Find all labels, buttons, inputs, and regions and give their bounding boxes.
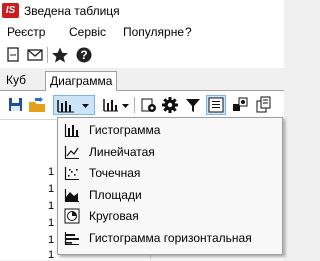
save-icon[interactable] — [6, 95, 26, 115]
menu-item-area[interactable]: Площади — [59, 185, 281, 206]
row-label: 1 — [48, 217, 55, 229]
menu-item-line[interactable]: Линейчатая — [59, 142, 281, 163]
gear-icon[interactable] — [160, 95, 180, 115]
tab-strip: Куб Диаграмма — [0, 68, 284, 91]
title-bar: IS Зведена таблиця — [0, 0, 284, 22]
chart-type-menu: Гистограмма Линейчатая Точечная Площади … — [57, 117, 283, 255]
menu-bar: Реєстр Сервіс Популярне ? — [0, 22, 284, 42]
svg-text:?: ? — [80, 48, 87, 62]
quick-access-bar: ? — [0, 42, 284, 69]
tab-cube[interactable]: Куб — [2, 71, 30, 90]
menu-item-scatter[interactable]: Точечная — [59, 163, 281, 184]
menu-item-horizontal-histogram[interactable]: Гистограмма горизонтальная — [59, 228, 281, 249]
app-logo-icon: IS — [2, 3, 19, 18]
menu-item-label: Точечная — [89, 166, 141, 180]
line-chart-icon — [64, 144, 80, 160]
chart-type-dropdown[interactable] — [53, 95, 95, 115]
separator — [134, 97, 135, 113]
document-icon[interactable] — [4, 46, 22, 64]
chevron-down-icon — [82, 104, 89, 108]
pie-chart-icon — [64, 208, 80, 224]
area-chart-icon — [64, 187, 80, 203]
chart-toolbar — [0, 91, 284, 119]
star-icon[interactable] — [51, 46, 69, 64]
menu-item-label: Гистограмма — [89, 123, 161, 137]
histogram-icon — [64, 122, 80, 138]
open-folder-icon[interactable] — [27, 95, 47, 115]
scatter-icon — [64, 165, 80, 181]
row-label: 1 — [48, 249, 55, 261]
legend-list-icon[interactable] — [206, 95, 226, 115]
copy-icon[interactable] — [253, 95, 273, 115]
tab-chart[interactable]: Диаграмма — [45, 71, 118, 91]
menu-item-label: Линейчатая — [89, 145, 155, 159]
row-label: 1 — [48, 183, 55, 195]
window-title: Зведена таблиця — [24, 4, 120, 18]
chart-settings-icon[interactable] — [139, 95, 159, 115]
menu-item-label: Гистограмма горизонтальная — [89, 231, 252, 245]
chevron-down-icon — [122, 104, 129, 108]
chart-variant-dropdown[interactable] — [100, 95, 132, 115]
menu-item-label: Площади — [89, 188, 142, 202]
horizontal-histogram-icon — [64, 230, 80, 246]
menu-item-label: Круговая — [89, 209, 139, 223]
menu-registry[interactable]: Реєстр — [7, 25, 45, 39]
data-table-icon[interactable] — [230, 95, 250, 115]
help-icon[interactable]: ? — [75, 46, 93, 64]
menu-service[interactable]: Сервіс — [69, 25, 106, 39]
row-label: 1 — [48, 234, 55, 246]
menu-popular[interactable]: Популярне — [123, 25, 184, 39]
separator — [47, 47, 48, 63]
menu-item-pie[interactable]: Круговая — [59, 206, 281, 227]
menu-item-histogram[interactable]: Гистограмма — [59, 120, 281, 141]
menu-help[interactable]: ? — [185, 25, 192, 39]
filter-icon[interactable] — [183, 95, 203, 115]
row-label: 1 — [48, 200, 55, 212]
mail-icon[interactable] — [26, 46, 44, 64]
row-label: 1 — [48, 166, 55, 178]
histogram-icon — [57, 100, 74, 113]
